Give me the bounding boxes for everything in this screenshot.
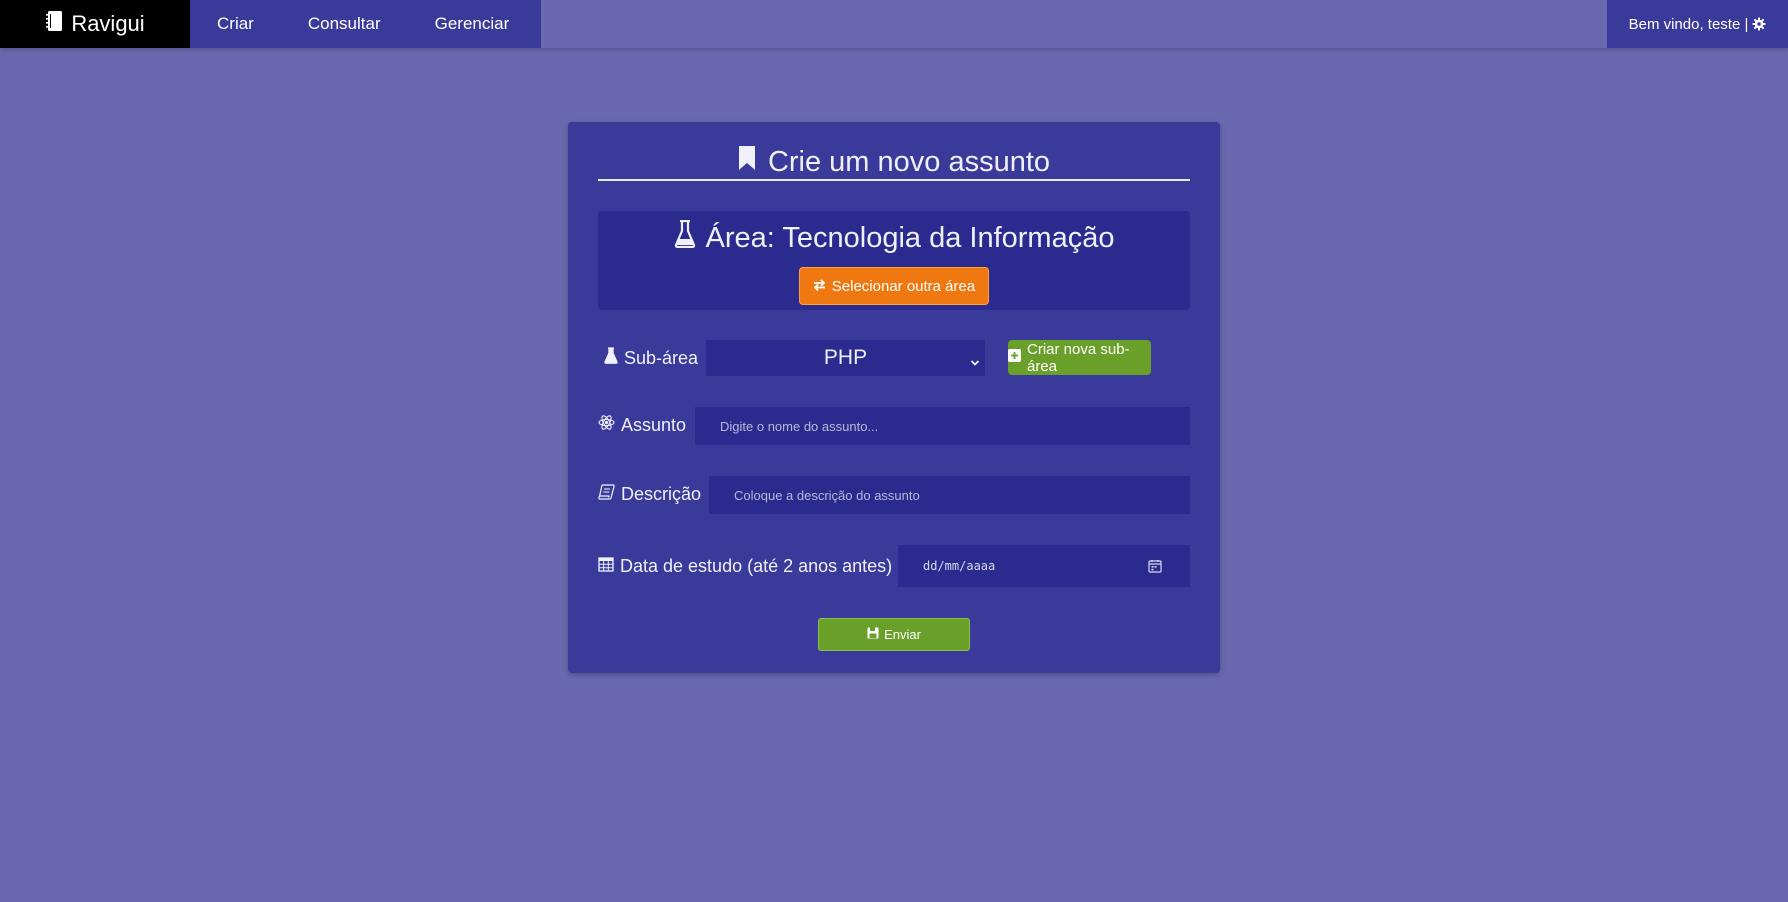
nav-link-criar[interactable]: Criar — [190, 0, 281, 48]
calendar-icon — [598, 556, 614, 577]
scroll-icon — [598, 483, 615, 505]
assunto-label-text: Assunto — [621, 414, 687, 435]
title-text: Crie um novo assunto — [767, 145, 1051, 178]
assunto-input[interactable]: Digite o nome do assunto... — [695, 407, 1190, 445]
flask-icon — [674, 219, 696, 256]
notebook-icon — [45, 10, 71, 38]
new-subject-card: Crie um novo assunto Área: Tecnologia da… — [568, 122, 1220, 673]
save-icon — [867, 627, 879, 642]
select-other-area-label: Selecionar outra área — [831, 277, 976, 295]
data-estudo-input[interactable]: dd/mm/aaaa — [898, 545, 1190, 587]
chevron-down-icon — [969, 351, 981, 375]
area-panel: Área: Tecnologia da Informação Seleciona… — [598, 211, 1190, 310]
descricao-input[interactable]: Coloque a descrição do assunto — [709, 476, 1190, 514]
brand-name: Ravigui — [71, 11, 145, 36]
flask-icon — [604, 347, 618, 369]
plus-square-icon — [1008, 349, 1021, 366]
data-estudo-label-text: Data de estudo (até 2 anos antes) — [620, 555, 893, 576]
submit-label: Enviar — [884, 627, 921, 642]
create-subarea-label: Criar nova sub-área — [1027, 340, 1130, 375]
descricao-placeholder: Coloque a descrição do assunto — [734, 487, 920, 503]
page-title: Crie um novo assunto — [598, 144, 1190, 180]
descricao-label: Descrição — [598, 480, 701, 508]
area-heading: Área: Tecnologia da Informação — [598, 218, 1190, 258]
bookmark-icon — [738, 145, 756, 179]
user-greeting: Bem vindo, teste | — [1607, 0, 1788, 48]
create-subarea-button[interactable]: Criar nova sub-área — [1008, 340, 1151, 375]
submit-button[interactable]: Enviar — [818, 618, 970, 651]
exchange-icon — [813, 278, 826, 295]
assunto-label: Assunto — [598, 411, 686, 439]
nav-link-consultar[interactable]: Consultar — [281, 0, 408, 48]
area-label: Área: Tecnologia da Informação — [705, 221, 1115, 254]
subarea-label: Sub-área — [604, 344, 698, 372]
subarea-select[interactable]: PHP — [706, 340, 985, 376]
gear-icon[interactable] — [1752, 17, 1766, 31]
date-placeholder: dd/mm/aaaa — [923, 559, 996, 573]
welcome-text: Bem vindo, teste | — [1628, 15, 1749, 33]
main-nav: Criar Consultar Gerenciar — [190, 0, 541, 48]
data-estudo-label: Data de estudo (até 2 anos antes) — [598, 552, 892, 580]
subarea-label-text: Sub-área — [624, 347, 699, 368]
descricao-label-text: Descrição — [621, 483, 702, 504]
assunto-placeholder: Digite o nome do assunto... — [720, 418, 879, 434]
atom-icon — [598, 414, 615, 436]
top-navbar: Ravigui Criar Consultar Gerenciar Bem vi… — [0, 0, 1788, 48]
calendar-picker-icon[interactable] — [1148, 559, 1162, 576]
nav-link-gerenciar[interactable]: Gerenciar — [408, 0, 537, 48]
title-divider — [598, 179, 1190, 181]
subarea-selected-value: PHP — [823, 346, 868, 369]
brand-logo[interactable]: Ravigui — [0, 0, 190, 48]
select-other-area-button[interactable]: Selecionar outra área — [799, 267, 989, 305]
